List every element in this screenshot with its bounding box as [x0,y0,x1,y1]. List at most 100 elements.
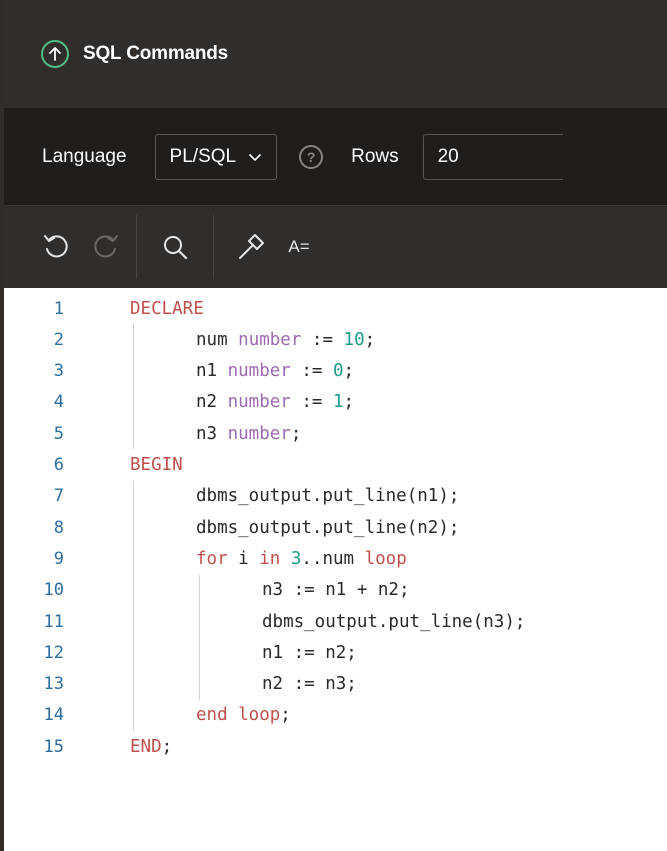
language-select[interactable]: PL/SQL [154,134,278,180]
code-token: loop [364,548,407,569]
code-token: number [227,392,291,413]
code-line[interactable]: 11 dbms_output.put_line(n3); [4,606,667,637]
undo-icon[interactable] [40,227,72,267]
code-line[interactable]: 2 num number := 10; [4,324,667,355]
code-token: end loop [196,705,281,726]
arrow-up-circle-icon[interactable] [41,40,69,68]
indent-guide [133,324,134,450]
search-icon[interactable] [159,227,191,267]
code-text: n2 := n3; [262,674,357,694]
code-text: n3 number; [196,424,301,444]
code-text: dbms_output.put_line(n1); [196,486,459,506]
line-number: 6 [53,455,64,475]
code-text: dbms_output.put_line(n3); [262,612,525,632]
code-text: for i in 3..num loop [196,549,407,569]
line-number: 4 [53,392,64,413]
line-number: 13 [43,674,64,695]
code-line[interactable]: 5 n3 number; [4,418,667,449]
line-number: 15 [43,736,64,757]
code-line[interactable]: 9 for i in 3..num loop [4,543,667,574]
code-text: DECLARE [130,299,204,319]
code-line[interactable]: 1 DECLARE [4,293,667,324]
line-number: 12 [43,642,64,663]
rows-input[interactable] [422,134,563,180]
redo-icon[interactable] [90,227,122,267]
code-token: ; [161,736,173,757]
format-label: A= [288,237,310,256]
indent-guide [133,480,134,732]
code-text: dbms_output.put_line(n2); [196,518,459,538]
code-text: BEGIN [130,455,183,475]
language-value: PL/SQL [169,146,237,167]
code-token: n1 := n2; [262,642,357,663]
line-number: 7 [53,486,64,507]
code-token: 1 [332,392,344,413]
code-token: 3 [290,548,302,569]
code-token: n2 := n3; [262,674,357,695]
hammer-icon[interactable] [234,227,268,267]
code-token: := [301,329,344,350]
code-token: in [259,548,281,569]
chevron-down-icon [248,153,262,162]
line-number: 14 [43,705,64,726]
code-token: 10 [343,329,365,350]
code-line[interactable]: 10 n3 := n1 + n2; [4,575,667,606]
code-text: END; [130,737,172,757]
code-line[interactable]: 14 end loop; [4,700,667,731]
settings-bar: Language PL/SQL ? Rows [4,109,667,206]
code-text: end loop; [196,705,291,725]
help-icon[interactable]: ? [299,145,324,169]
code-token: BEGIN [130,455,183,475]
line-number: 2 [53,329,64,350]
toolbar-divider [136,215,137,279]
code-token: ..num [301,548,365,569]
code-token: for [196,548,228,569]
code-text: n3 := n1 + n2; [262,580,410,600]
code-token: END [130,736,162,757]
code-line[interactable]: 12 n1 := n2; [4,637,667,668]
code-token: n3 := n1 + n2; [262,580,410,601]
code-token: dbms_output.put_line(n1); [196,486,460,507]
title-bar: SQL Commands [4,0,667,109]
rows-label: Rows [351,146,399,167]
code-token: ; [290,423,302,444]
line-number: 5 [53,423,64,444]
code-token: ; [343,361,355,382]
code-line[interactable]: 7 dbms_output.put_line(n1); [4,481,667,512]
toolbar-divider [213,215,214,279]
code-line[interactable]: 15 END; [4,731,667,762]
code-token: ; [343,392,355,413]
line-number: 8 [53,517,64,538]
code-token: number [238,329,302,350]
line-number: 11 [43,611,64,632]
code-text: n1 := n2; [262,643,357,663]
code-token: dbms_output.put_line(n2); [196,517,460,538]
code-text: n2 number := 1; [196,392,354,412]
code-token: n2 [196,392,228,413]
code-text: n1 number := 0; [196,361,354,381]
language-label: Language [42,146,127,167]
code-line[interactable]: 8 dbms_output.put_line(n2); [4,512,667,543]
indent-guide [199,574,200,700]
code-token: := [290,392,333,413]
code-line[interactable]: 13 n2 := n3; [4,669,667,700]
text-format-icon[interactable]: A= [282,227,316,267]
code-token: n3 [196,423,228,444]
code-token: number [227,361,291,382]
line-number: 10 [43,580,64,601]
code-line[interactable]: 3 n1 number := 0; [4,356,667,387]
code-token: ; [280,705,291,726]
code-token: num [196,329,239,350]
code-text: num number := 10; [196,330,375,350]
code-token: n1 [196,361,228,382]
line-number: 9 [53,548,64,569]
line-number: 1 [53,298,64,319]
code-token: DECLARE [130,298,204,319]
code-line[interactable]: 6 BEGIN [4,450,667,481]
code-line[interactable]: 4 n2 number := 1; [4,387,667,418]
code-token: := [290,361,333,382]
code-token: ; [364,329,376,350]
line-number: 3 [53,361,64,382]
code-editor[interactable]: 1 DECLARE 2 num number := 10; 3 n1 number := … [4,289,667,851]
